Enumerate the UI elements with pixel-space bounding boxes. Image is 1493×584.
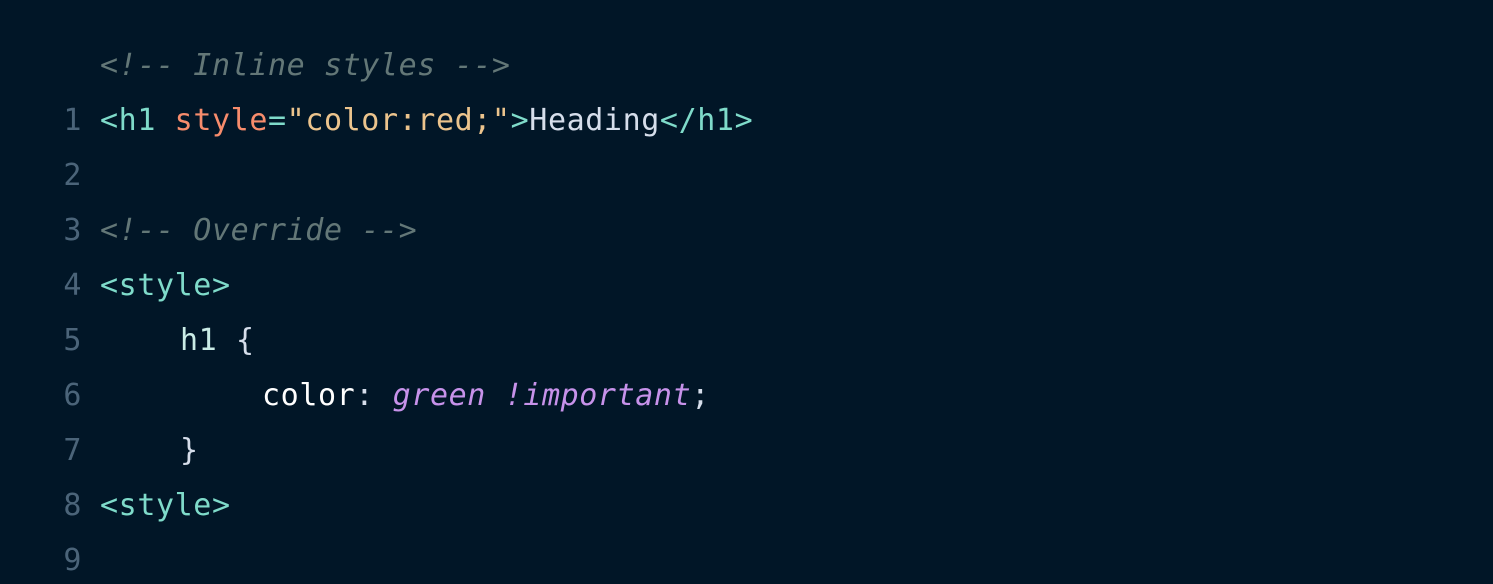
css-selector: h1 xyxy=(180,323,218,358)
code-content: h1 { xyxy=(180,313,255,368)
code-content: <style> xyxy=(100,258,231,313)
close-brace: } xyxy=(180,433,199,468)
code-line: 3 xyxy=(0,148,1493,248)
code-content: color: green !important; xyxy=(262,368,710,423)
code-content: <h1 style="color:red;">Heading</h1> xyxy=(100,93,753,148)
attribute-value: "color:red;" xyxy=(286,103,511,138)
html-comment: <!-- Inline styles --> xyxy=(100,48,511,83)
code-line: 2 <h1 style="color:red;">Heading</h1> xyxy=(0,93,1493,193)
attribute-name: style xyxy=(174,103,268,138)
code-line: 5 <style> xyxy=(0,258,1493,358)
code-line: 7 color: green !important; xyxy=(0,368,1493,468)
tag-close: > xyxy=(510,103,530,138)
css-property: color xyxy=(262,378,356,413)
code-content: <!-- Inline styles --> xyxy=(100,38,511,93)
element-text: Heading xyxy=(529,103,660,138)
semicolon: ; xyxy=(691,378,710,413)
style-open-tag: <style> xyxy=(100,268,231,303)
code-content: <!-- Override --> xyxy=(100,203,417,258)
equals-sign: = xyxy=(267,103,287,138)
end-tag: </h1> xyxy=(659,103,754,138)
open-brace: { xyxy=(236,323,255,358)
open-tag: <h1 xyxy=(100,103,156,138)
line-number: 9 xyxy=(63,543,82,578)
css-value: green !important xyxy=(392,378,692,413)
colon: : xyxy=(355,378,374,413)
code-line: 6 h1 { xyxy=(0,313,1493,413)
code-line: 1 <!-- Inline styles --> xyxy=(0,38,1493,138)
code-content: <style> xyxy=(100,478,231,533)
html-comment: <!-- Override --> xyxy=(100,213,418,248)
code-line: 4 <!-- Override --> xyxy=(0,203,1493,303)
code-editor: 1 <!-- Inline styles --> 2 <h1 style="co… xyxy=(0,0,1493,584)
style-tag: <style> xyxy=(100,488,231,523)
code-line: 8 } xyxy=(0,423,1493,523)
code-line: 9 <style> xyxy=(0,478,1493,578)
code-content: } xyxy=(180,423,199,478)
